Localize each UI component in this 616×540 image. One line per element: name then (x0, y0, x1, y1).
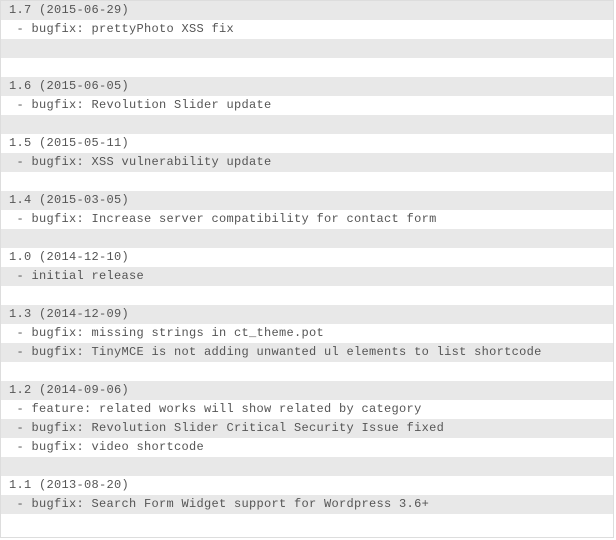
changelog-line (1, 58, 613, 77)
changelog-line: - bugfix: video shortcode (1, 438, 613, 457)
changelog-line: 1.4 (2015-03-05) (1, 191, 613, 210)
changelog-line: 1.5 (2015-05-11) (1, 134, 613, 153)
changelog-line: - bugfix: TinyMCE is not adding unwanted… (1, 343, 613, 362)
changelog-line: - bugfix: Revolution Slider Critical Sec… (1, 419, 613, 438)
changelog-line: - bugfix: prettyPhoto XSS fix (1, 20, 613, 39)
changelog-line: - bugfix: Increase server compatibility … (1, 210, 613, 229)
changelog-line (1, 457, 613, 476)
changelog-container: 1.7 (2015-06-29) - bugfix: prettyPhoto X… (0, 0, 614, 538)
changelog-line: 1.3 (2014-12-09) (1, 305, 613, 324)
changelog-line (1, 362, 613, 381)
changelog-line: 1.2 (2014-09-06) (1, 381, 613, 400)
changelog-line: - feature: related works will show relat… (1, 400, 613, 419)
changelog-line: - bugfix: missing strings in ct_theme.po… (1, 324, 613, 343)
changelog-line: 1.0 (2014-12-10) (1, 248, 613, 267)
changelog-line: - initial release (1, 267, 613, 286)
changelog-line: 1.6 (2015-06-05) (1, 77, 613, 96)
changelog-line (1, 115, 613, 134)
changelog-line (1, 172, 613, 191)
changelog-line: 1.1 (2013-08-20) (1, 476, 613, 495)
changelog-line (1, 39, 613, 58)
changelog-line (1, 286, 613, 305)
changelog-line: - bugfix: Search Form Widget support for… (1, 495, 613, 514)
changelog-line: - bugfix: Revolution Slider update (1, 96, 613, 115)
changelog-line: - bugfix: XSS vulnerability update (1, 153, 613, 172)
changelog-line: 1.7 (2015-06-29) (1, 1, 613, 20)
changelog-line (1, 229, 613, 248)
